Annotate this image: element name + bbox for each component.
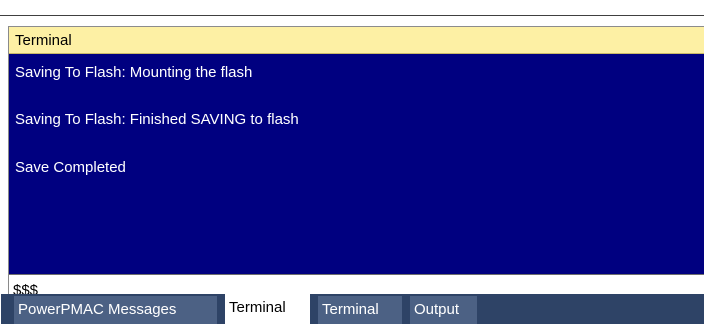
panel-title-bar[interactable]: Terminal	[9, 26, 704, 54]
tab-label: Terminal	[229, 299, 286, 316]
tab-label: Terminal	[322, 301, 379, 318]
tab-terminal-active[interactable]: Terminal	[225, 294, 310, 324]
tab-powerpmac-messages[interactable]: PowerPMAC Messages	[14, 296, 217, 324]
tab-strip: PowerPMAC Messages Terminal Terminal Out…	[1, 294, 704, 324]
output-line: Save Completed	[15, 159, 126, 176]
tab-label: Output	[414, 301, 460, 318]
panel-title: Terminal	[15, 32, 72, 49]
terminal-output[interactable]: Saving To Flash: Mounting the flash Savi…	[9, 54, 704, 274]
tab-terminal[interactable]: Terminal	[318, 296, 402, 324]
tab-label: PowerPMAC Messages	[18, 301, 177, 318]
output-line: Saving To Flash: Finished SAVING to flas…	[15, 111, 299, 128]
tab-output[interactable]: Output	[410, 296, 477, 324]
terminal-panel: Terminal Saving To Flash: Mounting the f…	[1, 26, 704, 324]
output-line: Saving To Flash: Mounting the flash	[15, 64, 253, 81]
window-top-border	[0, 15, 704, 16]
window: Terminal Saving To Flash: Mounting the f…	[0, 0, 704, 324]
